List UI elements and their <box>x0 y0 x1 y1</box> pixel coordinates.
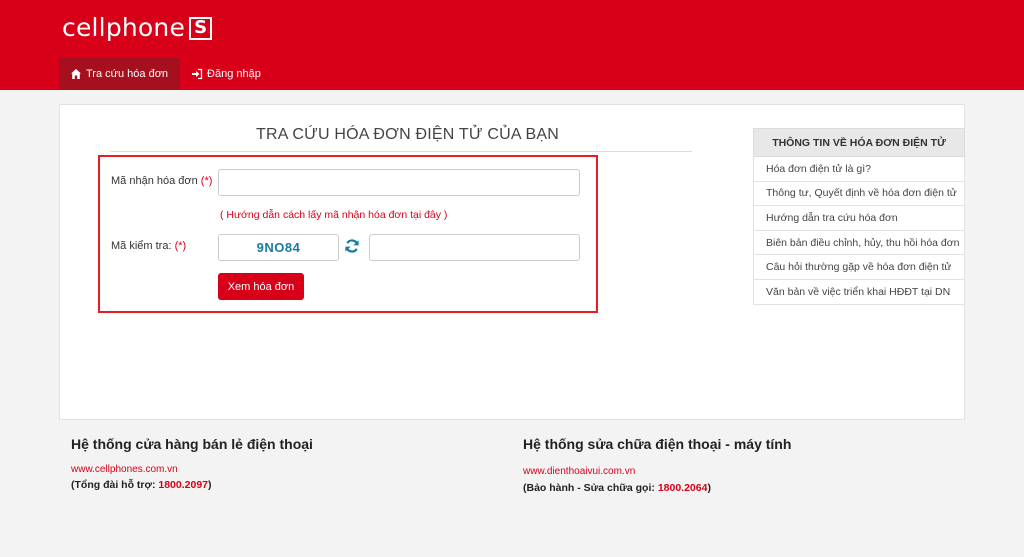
main-nav: Tra cứu hóa đơn Đăng nhập <box>59 58 273 90</box>
captcha-image: 9NO84 <box>218 234 339 261</box>
nav-item-invoice-lookup[interactable]: Tra cứu hóa đơn <box>59 58 181 90</box>
support-close: ) <box>707 482 711 494</box>
title-divider <box>110 151 692 152</box>
logo-text: cellphone <box>62 13 186 42</box>
support-label: (Bảo hành - Sửa chữa gọi: <box>523 482 655 494</box>
footer-retail-title: Hệ thống cửa hàng bán lẻ điện thoại <box>71 436 313 452</box>
footer-repair-title: Hệ thống sửa chữa điện thoại - máy tính <box>523 436 792 452</box>
refresh-captcha-icon[interactable] <box>344 238 360 254</box>
sidebar-heading: THÔNG TIN VỀ HÓA ĐƠN ĐIỆN TỬ <box>753 128 965 157</box>
sidebar-item-lookup-guide[interactable]: Hướng dẫn tra cứu hóa đơn <box>753 206 965 231</box>
invoice-info-sidebar: THÔNG TIN VỀ HÓA ĐƠN ĐIỆN TỬ Hóa đơn điệ… <box>753 128 965 305</box>
footer-repair-link[interactable]: www.dienthoaivui.com.vn <box>523 466 635 477</box>
captcha-label: Mã kiểm tra: (*) <box>111 240 186 252</box>
sidebar-item-adjustment-records[interactable]: Biên bản điều chỉnh, hủy, thu hồi hóa đơ… <box>753 230 965 256</box>
footer-repair-support: (Bảo hành - Sửa chữa gọi: 1800.2064) <box>523 482 711 494</box>
invoice-code-label: Mã nhận hóa đơn (*) <box>111 175 212 187</box>
logo-mark: S <box>189 16 213 40</box>
sign-in-icon <box>192 68 203 80</box>
captcha-label-text: Mã kiểm tra: <box>111 240 172 252</box>
required-mark: (*) <box>174 240 187 252</box>
support-number[interactable]: 1800.2064 <box>658 482 708 494</box>
nav-item-label: Tra cứu hóa đơn <box>86 68 169 80</box>
support-close: ) <box>208 479 212 491</box>
footer-retail-support: (Tổng đài hỗ trợ: 1800.2097) <box>71 479 212 491</box>
invoice-code-help-link[interactable]: ( Hướng dẫn cách lấy mã nhận hóa đơn tại… <box>220 209 447 221</box>
footer-retail-link[interactable]: www.cellphones.com.vn <box>71 464 178 475</box>
sidebar-item-implementation-docs[interactable]: Văn bản về việc triển khai HĐĐT tại DN <box>753 279 965 305</box>
sidebar-item-circulars[interactable]: Thông tư, Quyết định về hóa đơn điện tử <box>753 181 965 207</box>
site-logo[interactable]: cellphone S <box>62 13 213 42</box>
view-invoice-button[interactable]: Xem hóa đơn <box>218 273 304 300</box>
nav-item-label: Đăng nhập <box>207 68 261 80</box>
invoice-code-label-text: Mã nhận hóa đơn <box>111 175 198 187</box>
sidebar-item-faq[interactable]: Câu hỏi thường gặp về hóa đơn điện tử <box>753 255 965 280</box>
home-icon <box>71 69 81 79</box>
page-title: TRA CỨU HÓA ĐƠN ĐIỆN TỬ CỦA BẠN <box>256 126 559 143</box>
site-header: cellphone S Tra cứu hóa đơn Đăng nhập <box>0 0 1024 90</box>
nav-item-login[interactable]: Đăng nhập <box>180 58 273 90</box>
invoice-code-input[interactable] <box>218 169 580 196</box>
support-number[interactable]: 1800.2097 <box>158 479 208 491</box>
required-mark: (*) <box>200 175 213 187</box>
support-label: (Tổng đài hỗ trợ: <box>71 479 156 491</box>
captcha-input[interactable] <box>369 234 580 261</box>
sidebar-item-what-is-einvoice[interactable]: Hóa đơn điện tử là gì? <box>753 157 965 182</box>
